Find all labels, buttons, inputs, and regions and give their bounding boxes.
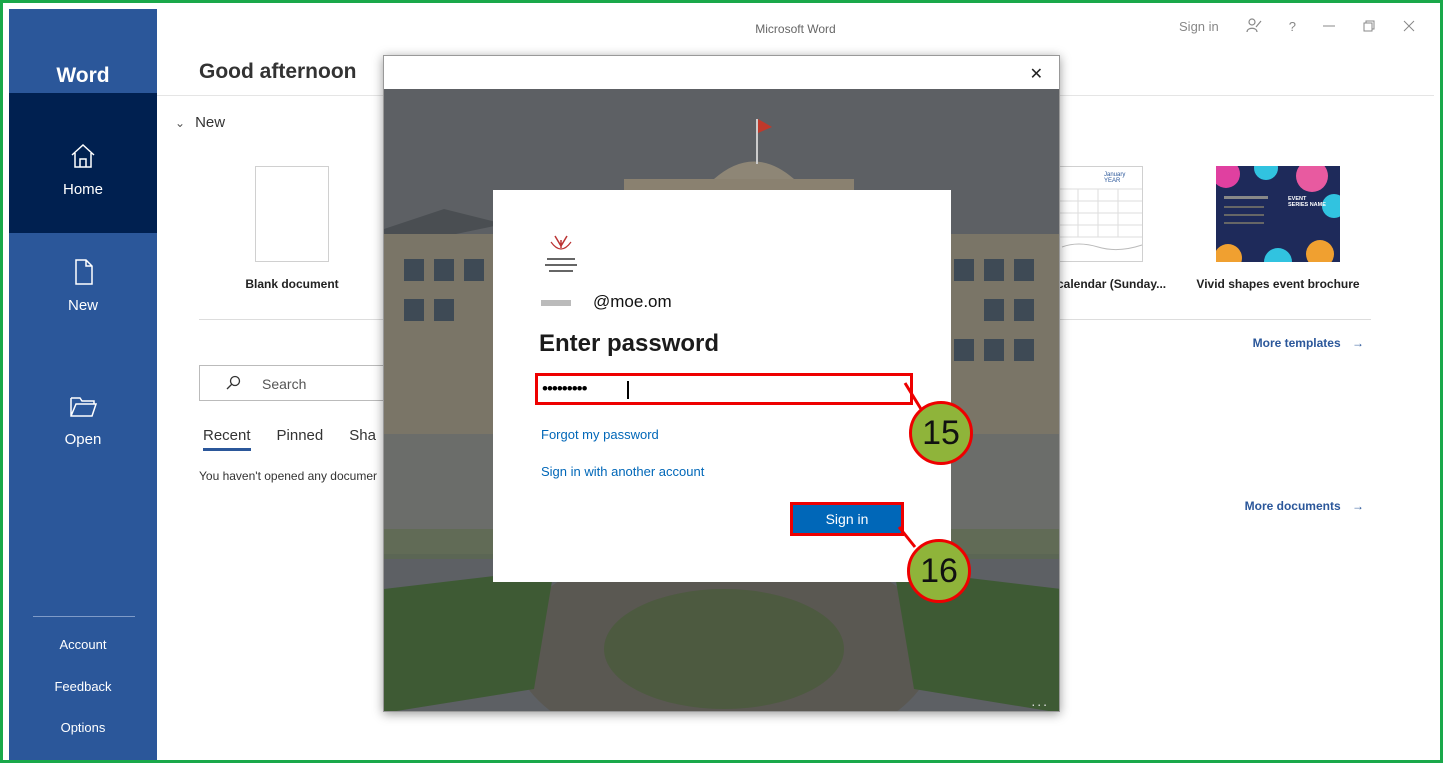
arrow-right-icon: → xyxy=(1352,336,1364,350)
badge-pointer-16 xyxy=(897,526,917,548)
nav-new-label: New xyxy=(67,297,98,314)
more-options-icon[interactable]: ... xyxy=(1031,693,1049,709)
calendar-template-thumbnail[interactable]: January YEAR xyxy=(1057,166,1143,262)
nav-new[interactable]: New xyxy=(9,257,157,314)
empty-recent-message: You haven't opened any documer xyxy=(199,469,377,483)
blank-document-thumbnail[interactable] xyxy=(255,166,329,262)
ministry-logo-icon xyxy=(545,235,577,272)
chevron-down-icon: ⌄ xyxy=(175,116,186,130)
password-value: ••••••••• xyxy=(542,379,588,398)
vivid-brochure-label[interactable]: Vivid shapes event brochure xyxy=(1193,277,1363,291)
rail-divider xyxy=(33,616,135,617)
password-input[interactable]: ••••••••• xyxy=(535,373,913,405)
more-templates-label: More templates xyxy=(1252,336,1341,350)
search-placeholder: Search xyxy=(262,376,307,392)
forgot-password-link[interactable]: Forgot my password xyxy=(541,427,659,442)
more-documents-label: More documents xyxy=(1244,499,1341,513)
sign-in-link[interactable]: Sign in xyxy=(1179,19,1219,34)
minimize-icon[interactable] xyxy=(1322,19,1336,33)
another-account-link[interactable]: Sign in with another account xyxy=(541,464,704,479)
sign-in-button[interactable]: Sign in xyxy=(790,502,904,536)
close-dialog-icon[interactable]: ✕ xyxy=(1030,64,1043,84)
close-window-icon[interactable] xyxy=(1402,19,1416,33)
sign-in-dialog: ✕ ... @moe.om Enter password ••••••••• F… xyxy=(383,55,1060,712)
nav-account[interactable]: Account xyxy=(9,637,157,652)
tab-shared[interactable]: Sha xyxy=(349,427,376,451)
blank-document-label[interactable]: Blank document xyxy=(229,277,355,291)
enter-password-heading: Enter password xyxy=(539,330,720,357)
nav-open-label: Open xyxy=(64,431,102,448)
tab-pinned[interactable]: Pinned xyxy=(277,427,324,451)
calendar-template-label[interactable]: calendar (Sunday... xyxy=(1057,277,1177,291)
password-card: @moe.om Enter password ••••••••• Forgot … xyxy=(493,190,951,582)
text-caret xyxy=(627,381,629,399)
coauthor-icon[interactable] xyxy=(1245,17,1263,35)
document-tabs: Recent Pinned Sha xyxy=(203,427,376,451)
restore-icon[interactable] xyxy=(1362,19,1376,33)
brochure-thumb-title: EVENT SERIES NAME xyxy=(1288,196,1326,208)
title-bar: Microsoft Word Sign in ? xyxy=(157,9,1434,47)
account-domain: @moe.om xyxy=(593,292,672,311)
nav-open[interactable]: Open xyxy=(9,391,157,448)
title-bar-controls: Sign in ? xyxy=(1179,17,1416,35)
new-section-heading: New xyxy=(195,114,226,131)
open-folder-icon xyxy=(70,397,98,417)
nav-feedback[interactable]: Feedback xyxy=(9,679,157,694)
nav-home[interactable]: Home xyxy=(9,93,157,233)
new-section-toggle[interactable]: ⌄ New xyxy=(175,114,225,131)
search-icon xyxy=(226,375,241,390)
tab-recent[interactable]: Recent xyxy=(203,427,251,451)
vivid-shapes-graphic xyxy=(1216,166,1340,262)
app-name: Word xyxy=(56,64,110,87)
home-icon xyxy=(71,143,95,168)
more-documents-link[interactable]: More documents → xyxy=(1245,499,1364,513)
greeting-heading: Good afternoon xyxy=(199,60,357,83)
screenshot-frame: Word Home New Open Account Feedback Opti… xyxy=(0,0,1443,763)
redacted-username xyxy=(541,299,571,306)
left-nav-rail: Word Home New Open Account Feedback Opti… xyxy=(9,9,157,760)
nav-home-label: Home xyxy=(62,181,103,198)
new-document-icon xyxy=(75,259,93,285)
more-templates-link[interactable]: More templates → xyxy=(1253,336,1364,350)
help-button[interactable]: ? xyxy=(1289,19,1296,34)
calendar-grid-graphic xyxy=(1060,188,1143,251)
vivid-brochure-thumbnail[interactable]: EVENT SERIES NAME xyxy=(1216,166,1340,262)
arrow-right-icon: → xyxy=(1352,499,1364,513)
badge-pointer-15 xyxy=(903,382,923,410)
nav-options[interactable]: Options xyxy=(9,720,157,735)
account-email: @moe.om xyxy=(541,292,672,312)
